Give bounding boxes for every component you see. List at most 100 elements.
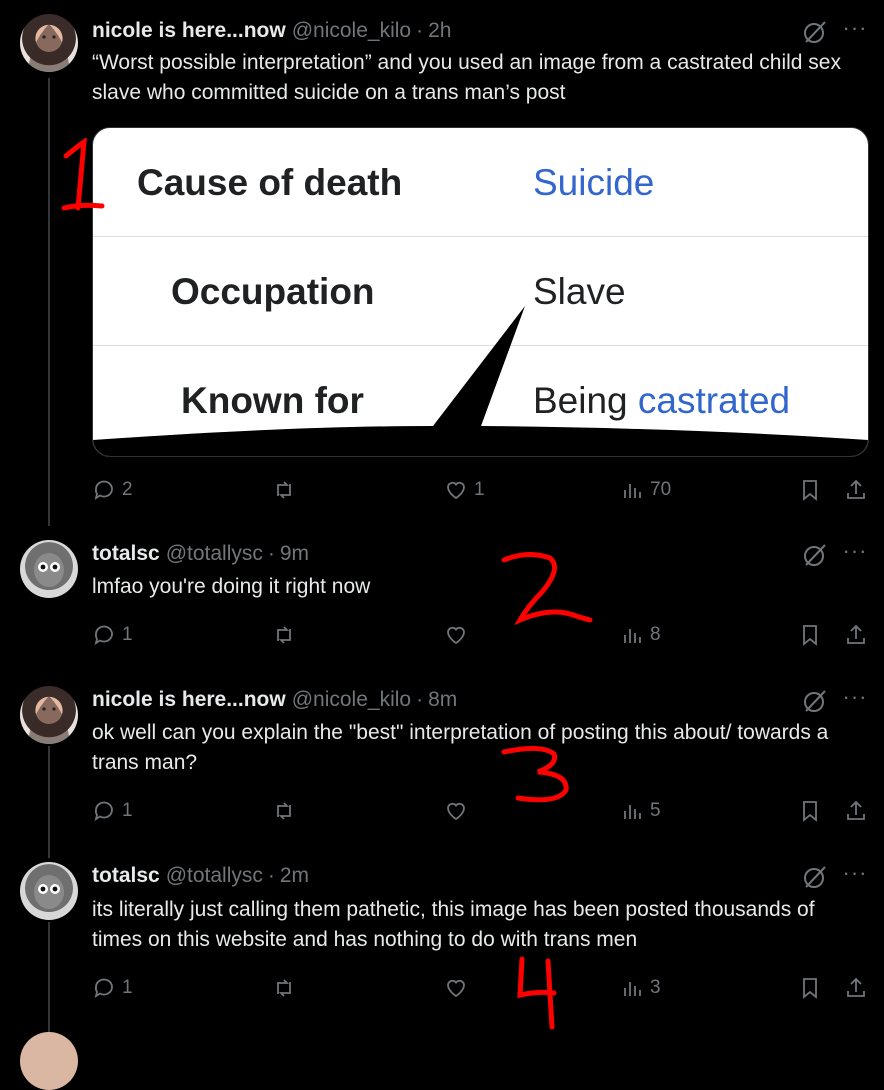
annotation-1: [61, 138, 105, 211]
views-button[interactable]: 8: [620, 621, 661, 649]
tweet-text: its literally just calling them pathetic…: [92, 898, 815, 951]
bookmark-button[interactable]: [798, 797, 822, 825]
retweet-button[interactable]: [272, 797, 296, 825]
view-count: 3: [650, 977, 661, 998]
view-count: 70: [650, 479, 672, 500]
share-button[interactable]: [844, 974, 868, 1002]
grok-icon[interactable]: [802, 19, 828, 45]
bookmark-button[interactable]: [798, 974, 822, 1002]
next-avatar-partial[interactable]: [20, 1032, 78, 1090]
reply-count: 1: [122, 977, 133, 998]
user-handle[interactable]: @nicole_kilo: [292, 19, 411, 43]
more-icon[interactable]: ···: [842, 17, 868, 45]
timestamp[interactable]: 2h: [428, 19, 451, 43]
timestamp[interactable]: 2m: [280, 864, 309, 888]
reply-count: 1: [122, 624, 133, 645]
like-count: 1: [474, 479, 485, 500]
reply-button[interactable]: 1: [92, 797, 133, 825]
views-button[interactable]: 70: [620, 476, 671, 504]
action-bar: 1 8: [90, 621, 870, 649]
reply-button[interactable]: 1: [92, 621, 133, 649]
more-icon[interactable]: ···: [842, 862, 868, 890]
views-button[interactable]: 3: [620, 974, 661, 1002]
avatar[interactable]: [20, 14, 78, 72]
separator-dot: ·: [416, 19, 424, 42]
display-name[interactable]: nicole is here...now: [92, 688, 286, 712]
thread-line: [48, 746, 50, 858]
tweet-header: nicole is here...now @nicole_kilo · 8m: [92, 687, 457, 713]
avatar[interactable]: [20, 862, 78, 920]
reply-icon: [94, 480, 113, 500]
bookmark-icon: [803, 801, 817, 822]
retweet-icon: [277, 802, 291, 820]
like-button[interactable]: [444, 974, 474, 1002]
bookmark-icon: [803, 625, 817, 646]
share-button[interactable]: [844, 797, 868, 825]
like-button[interactable]: [444, 797, 474, 825]
media-card[interactable]: Cause of death Suicide Occupation Slave …: [92, 127, 869, 457]
views-icon: [624, 629, 641, 643]
user-handle[interactable]: @nicole_kilo: [292, 688, 411, 712]
display-name[interactable]: totalsc: [92, 864, 160, 888]
like-icon: [447, 481, 465, 500]
timestamp[interactable]: 8m: [428, 688, 457, 712]
like-icon: [447, 802, 465, 821]
share-icon: [847, 800, 865, 820]
view-count: 8: [650, 624, 661, 645]
more-icon[interactable]: ···: [842, 686, 868, 714]
annotation-3: [501, 746, 569, 803]
tweet-text: lmfao you're doing it right now: [92, 575, 371, 598]
views-icon: [624, 484, 641, 498]
share-button[interactable]: [844, 621, 868, 649]
retweet-button[interactable]: [272, 621, 296, 649]
thread-line: [48, 78, 50, 526]
tweet-text: “Worst possible interpretation” and you …: [92, 51, 841, 104]
retweet-icon: [277, 626, 291, 644]
bookmark-icon: [803, 480, 817, 501]
views-button[interactable]: 5: [620, 797, 661, 825]
avatar[interactable]: [20, 540, 78, 598]
views-icon: [624, 805, 641, 819]
tweet-header: nicole is here...now @nicole_kilo · 2h: [92, 18, 451, 44]
action-bar: 1 3: [90, 974, 870, 1002]
retweet-icon: [277, 481, 291, 499]
share-icon: [847, 977, 865, 997]
bookmark-button[interactable]: [798, 621, 822, 649]
thread-line: [48, 922, 50, 1040]
display-name[interactable]: nicole is here...now: [92, 19, 286, 43]
like-icon: [447, 979, 465, 998]
reply-icon: [94, 801, 113, 821]
reply-count: 1: [122, 800, 133, 821]
like-button[interactable]: 1: [444, 476, 485, 504]
separator-dot: ·: [267, 864, 275, 887]
separator-dot: ·: [416, 688, 424, 711]
like-button[interactable]: [444, 621, 474, 649]
timestamp[interactable]: 9m: [280, 542, 309, 566]
annotation-4: [517, 956, 557, 1030]
reply-icon: [94, 625, 113, 645]
grok-icon[interactable]: [802, 542, 828, 568]
user-handle[interactable]: @totallysc: [166, 864, 263, 888]
separator-dot: ·: [267, 542, 275, 565]
reply-button[interactable]: 1: [92, 974, 133, 1002]
views-icon: [624, 982, 641, 996]
avatar[interactable]: [20, 686, 78, 744]
annotation-2: [501, 552, 593, 626]
reply-icon: [94, 978, 113, 998]
retweet-icon: [277, 979, 291, 997]
grok-icon[interactable]: [802, 688, 828, 714]
like-icon: [447, 626, 465, 645]
tweet-text: ok well can you explain the "best" inter…: [92, 721, 829, 774]
view-count: 5: [650, 800, 661, 821]
reply-button[interactable]: 2: [92, 476, 133, 504]
share-button[interactable]: [844, 476, 868, 504]
user-handle[interactable]: @totallysc: [166, 542, 263, 566]
action-bar: 1 5: [90, 797, 870, 825]
bookmark-button[interactable]: [798, 476, 822, 504]
grok-icon[interactable]: [802, 864, 828, 890]
retweet-button[interactable]: [272, 974, 296, 1002]
retweet-button[interactable]: [272, 476, 296, 504]
display-name[interactable]: totalsc: [92, 542, 160, 566]
share-icon: [847, 479, 865, 499]
more-icon[interactable]: ···: [842, 540, 868, 568]
